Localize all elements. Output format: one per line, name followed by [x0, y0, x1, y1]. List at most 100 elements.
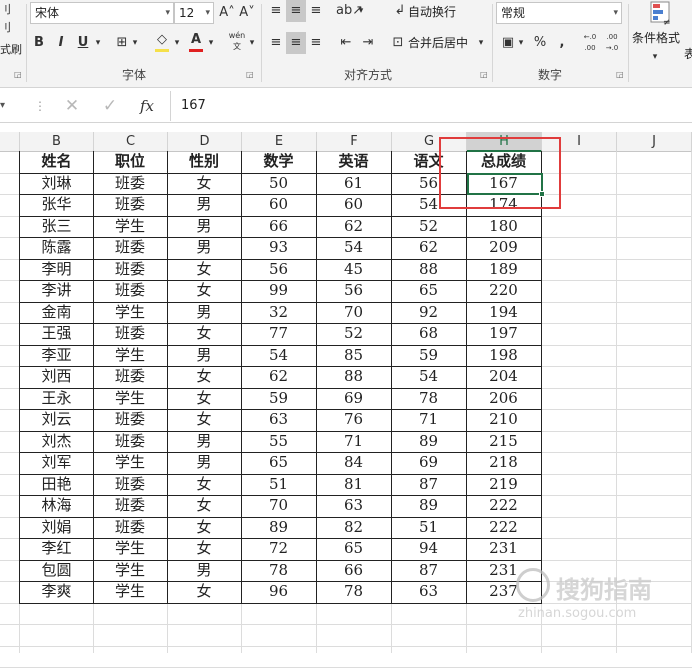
font-size-select[interactable]: 12 ▾: [174, 2, 214, 24]
table-cell[interactable]: 学生: [93, 301, 168, 324]
column-header-a-partial[interactable]: [0, 132, 20, 152]
table-cell[interactable]: 女: [167, 172, 242, 195]
table-cell[interactable]: 班委: [93, 258, 168, 281]
column-header[interactable]: D: [168, 132, 242, 152]
shrink-font-button[interactable]: A˅: [237, 2, 257, 24]
chevron-down-icon[interactable]: ▾: [247, 32, 257, 54]
table-cell[interactable]: 62: [241, 366, 317, 389]
table-cell[interactable]: 198: [466, 344, 542, 367]
table-cell[interactable]: 班委: [93, 495, 168, 518]
table-cell[interactable]: 215: [466, 430, 542, 453]
conditional-format-button[interactable]: 条件格式: [632, 30, 680, 46]
table-cell[interactable]: 87: [391, 473, 467, 496]
table-cell[interactable]: 刘琳: [19, 172, 94, 195]
name-box-dropdown-icon[interactable]: ▾: [0, 95, 20, 117]
table-cell[interactable]: 男: [167, 559, 242, 582]
table-cell[interactable]: 88: [391, 258, 467, 281]
increase-decimal-button[interactable]: ←.0 .00: [578, 32, 602, 54]
formula-input[interactable]: 167: [170, 91, 692, 121]
font-name-select[interactable]: 宋体 ▾: [30, 2, 174, 24]
table-cell[interactable]: 班委: [93, 172, 168, 195]
table-cell[interactable]: 王永: [19, 387, 94, 410]
table-cell[interactable]: 63: [316, 495, 392, 518]
table-cell[interactable]: 89: [391, 430, 467, 453]
table-header-cell[interactable]: 数学: [241, 151, 317, 174]
table-cell[interactable]: 32: [241, 301, 317, 324]
italic-button[interactable]: I: [51, 32, 71, 54]
decrease-decimal-button[interactable]: .00 →.0: [600, 32, 624, 54]
table-cell[interactable]: 学生: [93, 538, 168, 561]
fill-color-icon[interactable]: ◇: [152, 32, 172, 54]
percent-button[interactable]: %: [530, 32, 550, 54]
table-cell[interactable]: 219: [466, 473, 542, 496]
table-cell[interactable]: 194: [466, 301, 542, 324]
table-header-cell[interactable]: 姓名: [19, 151, 94, 174]
table-cell[interactable]: 222: [466, 516, 542, 539]
table-cell[interactable]: 81: [316, 473, 392, 496]
table-cell[interactable]: 男: [167, 215, 242, 238]
table-cell[interactable]: 69: [391, 452, 467, 475]
table-cell[interactable]: 女: [167, 538, 242, 561]
table-cell[interactable]: 209: [466, 237, 542, 260]
table-cell[interactable]: 女: [167, 387, 242, 410]
table-cell[interactable]: 女: [167, 366, 242, 389]
chevron-down-icon[interactable]: ▾: [356, 0, 366, 22]
font-launcher-icon[interactable]: ◲: [246, 70, 254, 79]
align-bottom-icon[interactable]: ≡: [306, 0, 326, 22]
chevron-down-icon[interactable]: ▾: [206, 32, 216, 54]
table-cell[interactable]: 65: [391, 280, 467, 303]
table-cell[interactable]: 56: [241, 258, 317, 281]
table-cell[interactable]: 63: [391, 581, 467, 604]
table-cell[interactable]: 班委: [93, 323, 168, 346]
table-cell[interactable]: 56: [316, 280, 392, 303]
table-cell[interactable]: 59: [241, 387, 317, 410]
table-cell[interactable]: 李讲: [19, 280, 94, 303]
table-cell[interactable]: 女: [167, 258, 242, 281]
table-cell[interactable]: 60: [241, 194, 317, 217]
table-cell[interactable]: 女: [167, 495, 242, 518]
worksheet-grid[interactable]: 姓名 职位 性别 数学 英语 语文 总成绩 刘琳 班委女 50 61 56 167 张华 班委男 60 60 54…: [0, 151, 692, 668]
table-cell[interactable]: 学生: [93, 581, 168, 604]
column-header[interactable]: J: [617, 132, 692, 152]
table-cell[interactable]: 82: [316, 516, 392, 539]
align-left-icon[interactable]: ≡: [266, 32, 286, 54]
orientation-icon[interactable]: ab↗: [336, 0, 363, 22]
table-cell[interactable]: 张华: [19, 194, 94, 217]
table-cell[interactable]: 刘西: [19, 366, 94, 389]
table-cell[interactable]: 99: [241, 280, 317, 303]
table-cell[interactable]: 李红: [19, 538, 94, 561]
table-header-cell[interactable]: 英语: [316, 151, 392, 174]
table-cell[interactable]: 54: [241, 344, 317, 367]
table-cell[interactable]: 65: [316, 538, 392, 561]
table-header-cell[interactable]: 职位: [93, 151, 168, 174]
table-cell[interactable]: 96: [241, 581, 317, 604]
alignment-launcher-icon[interactable]: ◲: [480, 70, 488, 79]
table-cell[interactable]: 180: [466, 215, 542, 238]
align-middle-icon[interactable]: ≡: [286, 0, 306, 22]
table-cell[interactable]: 刘军: [19, 452, 94, 475]
column-header[interactable]: E: [242, 132, 317, 152]
table-cell[interactable]: 54: [391, 366, 467, 389]
table-cell[interactable]: 刘娟: [19, 516, 94, 539]
cancel-icon[interactable]: ✕: [62, 95, 82, 117]
format-painter-button[interactable]: 式刷: [0, 42, 22, 58]
table-cell[interactable]: 金南: [19, 301, 94, 324]
increase-indent-icon[interactable]: ⇥: [358, 32, 378, 54]
column-header[interactable]: B: [20, 132, 94, 152]
table-cell[interactable]: 78: [241, 559, 317, 582]
table-cell[interactable]: 51: [241, 473, 317, 496]
table-cell[interactable]: 59: [391, 344, 467, 367]
chevron-down-icon[interactable]: ▾: [93, 32, 103, 54]
table-cell[interactable]: 55: [241, 430, 317, 453]
table-cell[interactable]: 51: [391, 516, 467, 539]
table-cell[interactable]: 学生: [93, 215, 168, 238]
table-cell[interactable]: 男: [167, 194, 242, 217]
table-cell[interactable]: 女: [167, 581, 242, 604]
table-cell[interactable]: 210: [466, 409, 542, 432]
table-cell[interactable]: 52: [391, 215, 467, 238]
table-cell[interactable]: 71: [316, 430, 392, 453]
table-cell[interactable]: 93: [241, 237, 317, 260]
table-cell[interactable]: 89: [391, 495, 467, 518]
table-cell[interactable]: 70: [316, 301, 392, 324]
decrease-indent-icon[interactable]: ⇤: [336, 32, 356, 54]
